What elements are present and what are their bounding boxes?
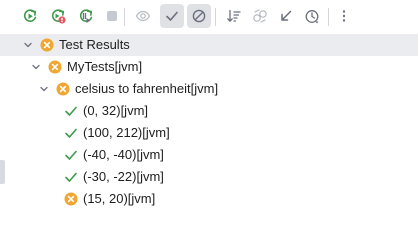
toolbar-separator [328, 8, 329, 26]
tree-node-label: (100, 212)[jvm] [83, 125, 170, 140]
rerun-icon [22, 8, 38, 24]
tree-node-test[interactable]: (-30, -22)[jvm] [0, 166, 418, 188]
tree-node-label: (0, 32)[jvm] [83, 103, 149, 118]
test-failed-icon [48, 60, 62, 74]
tree-node-group[interactable]: celsius to fahrenheit[jvm] [0, 78, 418, 100]
rerun-failed-icon [50, 8, 66, 24]
tree-node-label: (-30, -22)[jvm] [83, 169, 164, 184]
toolbar-separator [215, 8, 216, 26]
test-failed-icon [64, 192, 78, 206]
chevron-down-icon[interactable] [30, 61, 42, 73]
tree-node-test[interactable]: (-40, -40)[jvm] [0, 144, 418, 166]
show-ignored-tests-button[interactable] [187, 4, 211, 28]
test-history-button[interactable] [300, 4, 324, 28]
show-passed-button[interactable] [160, 4, 184, 28]
circle-slash-icon [191, 8, 207, 24]
panel-resize-handle[interactable] [0, 160, 5, 184]
tree-node-label: (15, 20)[jvm] [83, 191, 156, 206]
chevron-down-icon[interactable] [22, 39, 34, 51]
tree-node-test-results[interactable]: Test Results [0, 34, 418, 56]
test-runner-toolbar [0, 0, 418, 34]
rerun-button[interactable] [18, 4, 42, 28]
test-passed-check-icon [64, 126, 78, 140]
sort-icon [226, 8, 242, 24]
import-tests-button[interactable] [274, 4, 298, 28]
show-ignored-button[interactable] [131, 4, 155, 28]
test-results-tree[interactable]: Test Results MyTests[jvm] celsius to fah… [0, 34, 418, 210]
tree-node-label: (-40, -40)[jvm] [83, 147, 164, 162]
test-passed-check-icon [64, 104, 78, 118]
toggle-auto-test-icon [78, 8, 94, 24]
tree-node-label: Test Results [59, 37, 130, 52]
stop-icon [104, 8, 120, 24]
tree-node-label: MyTests[jvm] [67, 59, 143, 74]
more-vertical-icon [336, 8, 352, 24]
test-passed-check-icon [64, 148, 78, 162]
more-options-button[interactable] [332, 4, 356, 28]
test-passed-check-icon [64, 170, 78, 184]
eye-icon [135, 8, 151, 24]
sort-alphabetically-button[interactable] [222, 4, 246, 28]
tree-node-label: celsius to fahrenheit[jvm] [75, 81, 219, 96]
import-tests-icon [278, 8, 294, 24]
test-runner-panel: Test Results MyTests[jvm] celsius to fah… [0, 0, 418, 241]
stop-button[interactable] [100, 4, 124, 28]
history-clock-icon [304, 8, 320, 24]
toolbar-separator [124, 8, 125, 26]
sort-by-duration-button[interactable] [248, 4, 272, 28]
test-failed-icon [40, 38, 54, 52]
chevron-down-icon[interactable] [38, 83, 50, 95]
toggle-auto-test-button[interactable] [74, 4, 98, 28]
tree-node-suite[interactable]: MyTests[jvm] [0, 56, 418, 78]
check-icon [164, 8, 180, 24]
tree-node-test[interactable]: (15, 20)[jvm] [0, 188, 418, 210]
test-failed-icon [56, 82, 70, 96]
rerun-failed-button[interactable] [46, 4, 70, 28]
tree-node-test[interactable]: (0, 32)[jvm] [0, 100, 418, 122]
tree-node-test[interactable]: (100, 212)[jvm] [0, 122, 418, 144]
sort-by-duration-icon [252, 8, 268, 24]
